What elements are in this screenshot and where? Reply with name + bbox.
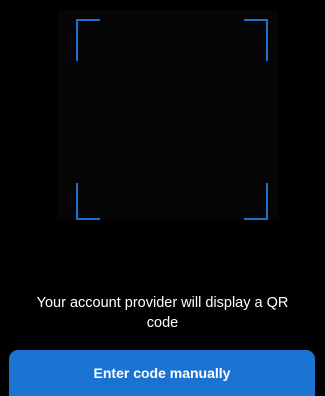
qr-scan-screen: Your account provider will display a QR … (0, 0, 325, 396)
camera-viewfinder (58, 10, 278, 220)
viewfinder-corner-top-left (76, 19, 100, 61)
viewfinder-corner-top-right (244, 19, 268, 61)
viewfinder-corner-bottom-right (244, 183, 268, 220)
enter-code-manually-button[interactable]: Enter code manually (9, 350, 315, 396)
scan-instruction-text: Your account provider will display a QR … (36, 295, 289, 331)
viewfinder-corner-bottom-left (76, 183, 100, 220)
